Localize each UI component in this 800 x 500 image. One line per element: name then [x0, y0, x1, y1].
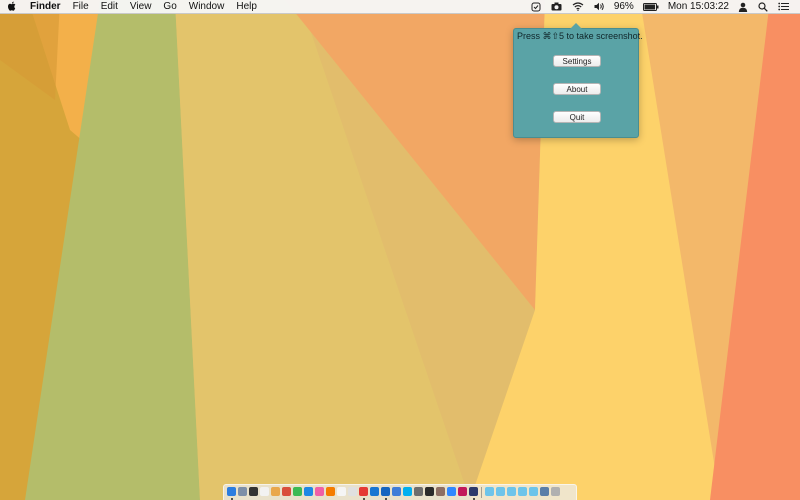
popover-arrow — [570, 23, 582, 29]
desktop-wallpaper — [0, 0, 800, 500]
menu-go[interactable]: Go — [157, 0, 182, 14]
dock-folder-2-icon[interactable] — [496, 487, 505, 496]
dock-finder-icon[interactable] — [227, 487, 236, 496]
wifi-icon[interactable] — [567, 0, 589, 14]
dock-folder-3-icon[interactable] — [507, 487, 516, 496]
dock-trash-icon[interactable] — [551, 487, 560, 496]
dock-notes-icon[interactable] — [337, 487, 346, 496]
dock-folder-1-icon[interactable] — [485, 487, 494, 496]
screenshot-popover: Press ⌘⇧5 to take screenshot. Settings A… — [513, 23, 643, 138]
dock-calendar-icon[interactable] — [260, 487, 269, 496]
popover-hint-text: Press ⌘⇧5 to take screenshot. — [517, 31, 643, 41]
dock-photoshop-icon[interactable] — [469, 487, 478, 496]
menu-app-name[interactable]: Finder — [24, 0, 67, 14]
battery-percentage[interactable]: 96% — [610, 0, 638, 14]
dock-chrome-icon[interactable] — [282, 487, 291, 496]
dock-chrome-2-icon[interactable] — [359, 487, 368, 496]
about-button[interactable]: About — [553, 83, 601, 95]
quit-button[interactable]: Quit — [553, 111, 601, 123]
dock-script-editor-icon[interactable] — [436, 487, 445, 496]
search-icon[interactable] — [753, 0, 773, 14]
dock-folder-5-icon[interactable] — [529, 487, 538, 496]
dock-separator — [481, 487, 482, 498]
apple-logo-icon[interactable] — [0, 1, 24, 12]
screenshot-app-icon[interactable] — [526, 0, 546, 14]
dock-facetime-icon[interactable] — [293, 487, 302, 496]
dock-instruments-icon[interactable] — [458, 487, 467, 496]
dock-itunes-icon[interactable] — [315, 487, 324, 496]
user-icon[interactable] — [733, 0, 753, 14]
menu-help[interactable]: Help — [230, 0, 263, 14]
dock-skype-icon[interactable] — [403, 487, 412, 496]
dock-launchpad-icon[interactable] — [238, 487, 247, 496]
dock-xcode-icon[interactable] — [381, 487, 390, 496]
dock-system-preferences-icon[interactable] — [414, 487, 423, 496]
menu-edit[interactable]: Edit — [95, 0, 124, 14]
settings-button[interactable]: Settings — [553, 55, 601, 67]
dock-preview-icon[interactable] — [392, 487, 401, 496]
battery-icon[interactable] — [638, 0, 664, 14]
dock-textedit-icon[interactable] — [348, 487, 357, 496]
menu-file[interactable]: File — [67, 0, 95, 14]
menu-clock[interactable]: Mon 15:03:22 — [664, 0, 733, 14]
dock — [223, 484, 577, 500]
dock-folder-4-icon[interactable] — [518, 487, 527, 496]
dock-photo-booth-icon[interactable] — [249, 487, 258, 496]
dock-terminal-icon[interactable] — [425, 487, 434, 496]
dock-ibooks-icon[interactable] — [326, 487, 335, 496]
camera-icon[interactable] — [546, 0, 567, 14]
menu-window[interactable]: Window — [183, 0, 231, 14]
dock-dropbox-icon[interactable] — [447, 487, 456, 496]
dock-photos-icon[interactable] — [271, 487, 280, 496]
menu-view[interactable]: View — [124, 0, 158, 14]
dock-downloads-icon[interactable] — [540, 487, 549, 496]
menu-bar: Finder File Edit View Go Window Help 96%… — [0, 0, 800, 14]
notification-center-icon[interactable] — [773, 0, 794, 14]
volume-icon[interactable] — [589, 0, 610, 14]
dock-safari-icon[interactable] — [304, 487, 313, 496]
dock-app-store-icon[interactable] — [370, 487, 379, 496]
